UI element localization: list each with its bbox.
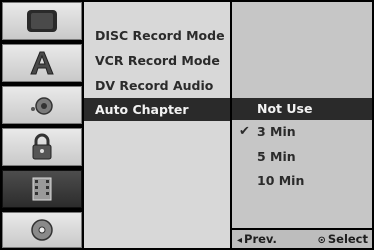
tab-language[interactable] [2, 44, 82, 82]
lock-icon [32, 133, 52, 160]
option-label: 3 Min [257, 124, 296, 139]
category-icon-column [2, 2, 82, 248]
prev-label: Prev. [244, 232, 277, 246]
option-5-min[interactable]: 5 Min [232, 146, 372, 168]
menu-item-dv-record-audio[interactable]: DV Record Audio [84, 74, 230, 97]
left-arrow-icon: ◂ [237, 235, 243, 246]
tab-recording[interactable] [2, 170, 82, 208]
options-panel: Not Use ✔ 3 Min 5 Min 10 Min [232, 2, 372, 228]
option-10-min[interactable]: 10 Min [232, 170, 372, 192]
check-icon: ✔ [239, 124, 250, 139]
tab-display[interactable] [2, 2, 82, 40]
option-label: 5 Min [257, 149, 296, 164]
option-label: 10 Min [257, 173, 305, 188]
navigation-hint-bar: ◂ Prev. ⊙ Select [232, 230, 372, 248]
select-hint[interactable]: ⊙ Select [317, 230, 368, 250]
menu-item-vcr-record-mode[interactable]: VCR Record Mode [84, 49, 230, 72]
prev-hint[interactable]: ◂ Prev. [237, 230, 277, 250]
option-label: Not Use [257, 101, 313, 116]
recording-icon [32, 177, 52, 201]
tab-disc[interactable] [2, 212, 82, 248]
setup-menu-frame: DISC Record Mode VCR Record Mode DV Reco… [0, 0, 374, 250]
tab-audio[interactable] [2, 86, 82, 124]
option-not-use[interactable]: Not Use [232, 98, 372, 120]
disc-icon [31, 219, 53, 241]
setup-menu-list: DISC Record Mode VCR Record Mode DV Reco… [84, 2, 230, 248]
select-button-icon: ⊙ [317, 235, 326, 246]
tv-icon [27, 10, 57, 32]
option-3-min[interactable]: ✔ 3 Min [232, 121, 372, 143]
audio-icon [31, 97, 53, 115]
select-label: Select [327, 232, 368, 246]
menu-item-auto-chapter[interactable]: Auto Chapter [84, 98, 230, 121]
tab-lock[interactable] [2, 128, 82, 166]
language-icon [30, 51, 54, 75]
menu-item-disc-record-mode[interactable]: DISC Record Mode [84, 24, 230, 47]
